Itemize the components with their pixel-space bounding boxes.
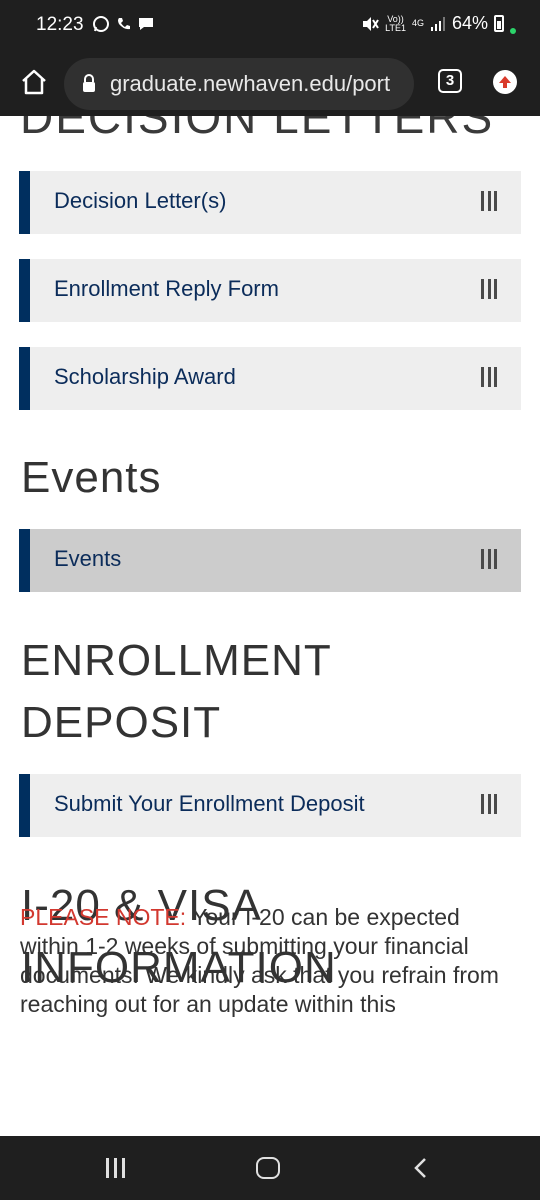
accordion-events[interactable]: Events [19,529,521,592]
note-label: PLEASE NOTE: [20,904,187,930]
back-icon[interactable] [410,1156,430,1180]
home-icon[interactable] [18,66,50,98]
mute-icon [363,16,379,31]
lock-icon[interactable] [82,74,96,92]
menu-icon[interactable] [481,794,497,814]
accordion-label: Decision Letter(s) [54,188,227,213]
page-content: DECISION LETTERS Decision Letter(s) Enro… [0,116,540,1136]
menu-icon[interactable] [481,549,497,569]
accordion-enrollment-reply-form[interactable]: Enrollment Reply Form [19,259,521,322]
system-nav-bar [0,1136,540,1200]
status-bar: 12:23 Vo)) LTE1 4G 64% [0,0,540,54]
browser-toolbar: graduate.newhaven.edu/port 3 [0,54,540,116]
menu-icon[interactable] [481,279,497,299]
phone-icon [118,18,130,30]
home-nav-icon[interactable] [256,1157,280,1179]
accordion-label: Submit Your Enrollment Deposit [54,791,365,816]
tabs-button[interactable]: 3 [438,69,462,93]
recents-icon[interactable] [106,1158,125,1178]
address-bar[interactable]: graduate.newhaven.edu/port [64,58,414,110]
accordion-scholarship-award[interactable]: Scholarship Award [19,347,521,410]
accordion-label: Events [54,546,122,571]
please-note-paragraph: PLEASE NOTE: Your I-20 can be expected w… [20,903,525,1019]
section-heading-events: Events [21,453,162,502]
whatsapp-icon [93,16,109,32]
battery-icon [494,15,504,32]
accordion-decision-letters[interactable]: Decision Letter(s) [19,171,521,234]
battery-percent: 64% [451,13,488,33]
lte-label: LTE1 [385,22,406,33]
section-heading-decision-letters: DECISION LETTERS [20,116,495,143]
status-time: 12:23 [36,14,84,35]
accordion-label: Enrollment Reply Form [54,276,279,301]
message-icon [139,18,153,30]
accordion-label: Scholarship Award [54,364,236,389]
section-heading-enrollment-deposit: ENROLLMENT DEPOSIT [21,636,332,747]
signal-icon [430,16,445,31]
update-icon[interactable] [493,70,517,94]
accordion-submit-deposit[interactable]: Submit Your Enrollment Deposit [19,774,521,837]
menu-icon[interactable] [481,367,497,387]
network-type: 4G [411,18,424,28]
menu-icon[interactable] [481,191,497,211]
url-text[interactable]: graduate.newhaven.edu/port [110,71,390,97]
privacy-indicator-icon [510,27,516,34]
